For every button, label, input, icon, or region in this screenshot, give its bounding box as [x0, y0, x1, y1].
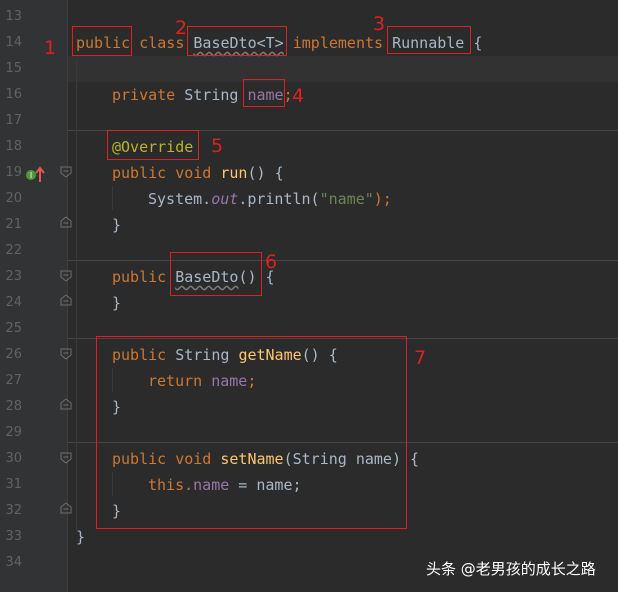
- keyword-public: public: [112, 164, 167, 182]
- line-number: 19: [5, 165, 22, 180]
- call-close: );: [373, 190, 392, 208]
- line-number: 33: [5, 529, 22, 544]
- type-string: String: [184, 86, 239, 104]
- fold-close-icon[interactable]: [60, 294, 72, 306]
- line-number: 31: [5, 477, 22, 492]
- line-number: 22: [5, 243, 22, 258]
- indent-guide: [76, 60, 77, 530]
- annotation-box-accessors: [96, 336, 407, 529]
- out-field: out: [211, 190, 239, 208]
- annotation-box-constructor: [170, 252, 262, 296]
- keyword-implements: implements: [292, 34, 384, 52]
- keyword-private: private: [112, 86, 176, 104]
- line-number: 20: [5, 191, 22, 206]
- annotation-number-4: 4: [292, 85, 305, 107]
- fold-open-icon[interactable]: [60, 270, 72, 282]
- line-number: 16: [5, 87, 22, 102]
- annotation-number-6: 6: [265, 251, 278, 273]
- method-separator: [68, 260, 618, 261]
- parens: (): [247, 164, 266, 182]
- line-number: 26: [5, 347, 22, 362]
- println-call: .println(: [238, 190, 320, 208]
- annotation-box-interface: [387, 26, 471, 54]
- annotation-box-override: [107, 130, 199, 160]
- code-line-20[interactable]: System.out.println("name");: [148, 186, 392, 212]
- line-number: 18: [5, 139, 22, 154]
- brace: {: [410, 450, 420, 468]
- fold-open-icon[interactable]: [60, 348, 72, 360]
- line-number: 23: [5, 269, 22, 284]
- line-number: 25: [5, 321, 22, 336]
- annotation-number-5: 5: [211, 135, 224, 157]
- code-line-19[interactable]: public void run() {: [112, 160, 284, 186]
- annotation-number-7: 7: [414, 347, 427, 369]
- line-number: 15: [5, 61, 22, 76]
- annotation-number-3: 3: [373, 13, 386, 35]
- line-number: 27: [5, 373, 22, 388]
- brace: }: [76, 528, 86, 546]
- line-number: 13: [5, 9, 22, 24]
- svg-text:I: I: [30, 171, 32, 180]
- annotation-box-class-name: [187, 26, 287, 56]
- line-number: 30: [5, 451, 22, 466]
- annotation-box-public: [72, 26, 132, 56]
- line-number: 21: [5, 217, 22, 232]
- code-line-33[interactable]: }: [76, 524, 85, 550]
- annotation-number-2: 2: [175, 17, 188, 39]
- watermark: 头条 @老男孩的成长之路: [426, 560, 596, 578]
- fold-close-icon[interactable]: [60, 398, 72, 410]
- line-number: 28: [5, 399, 22, 414]
- annotation-number-1: 1: [44, 37, 57, 59]
- implements-method-icon[interactable]: I: [26, 166, 48, 188]
- system-class: System.: [148, 190, 212, 208]
- brace: {: [473, 34, 483, 52]
- current-line-highlight: [68, 56, 618, 82]
- fold-close-icon[interactable]: [60, 216, 72, 228]
- code-line-21[interactable]: }: [112, 212, 121, 238]
- keyword-public: public: [112, 268, 167, 286]
- string-literal: "name": [319, 190, 374, 208]
- brace: {: [274, 164, 284, 182]
- line-number: 32: [5, 503, 22, 518]
- line-number: 34: [5, 555, 22, 570]
- fold-close-icon[interactable]: [60, 502, 72, 514]
- code-line-24[interactable]: }: [112, 290, 121, 316]
- line-number: 17: [5, 113, 22, 128]
- brace: }: [112, 294, 122, 312]
- indent-guide: [112, 186, 113, 210]
- line-number: 14: [5, 35, 22, 50]
- keyword-void: void: [175, 164, 212, 182]
- brace: }: [112, 216, 122, 234]
- method-run: run: [220, 164, 248, 182]
- annotation-box-field: [243, 79, 285, 107]
- line-number: 29: [5, 425, 22, 440]
- fold-open-icon[interactable]: [60, 452, 72, 464]
- line-number: 24: [5, 295, 22, 310]
- fold-open-icon[interactable]: [60, 166, 72, 178]
